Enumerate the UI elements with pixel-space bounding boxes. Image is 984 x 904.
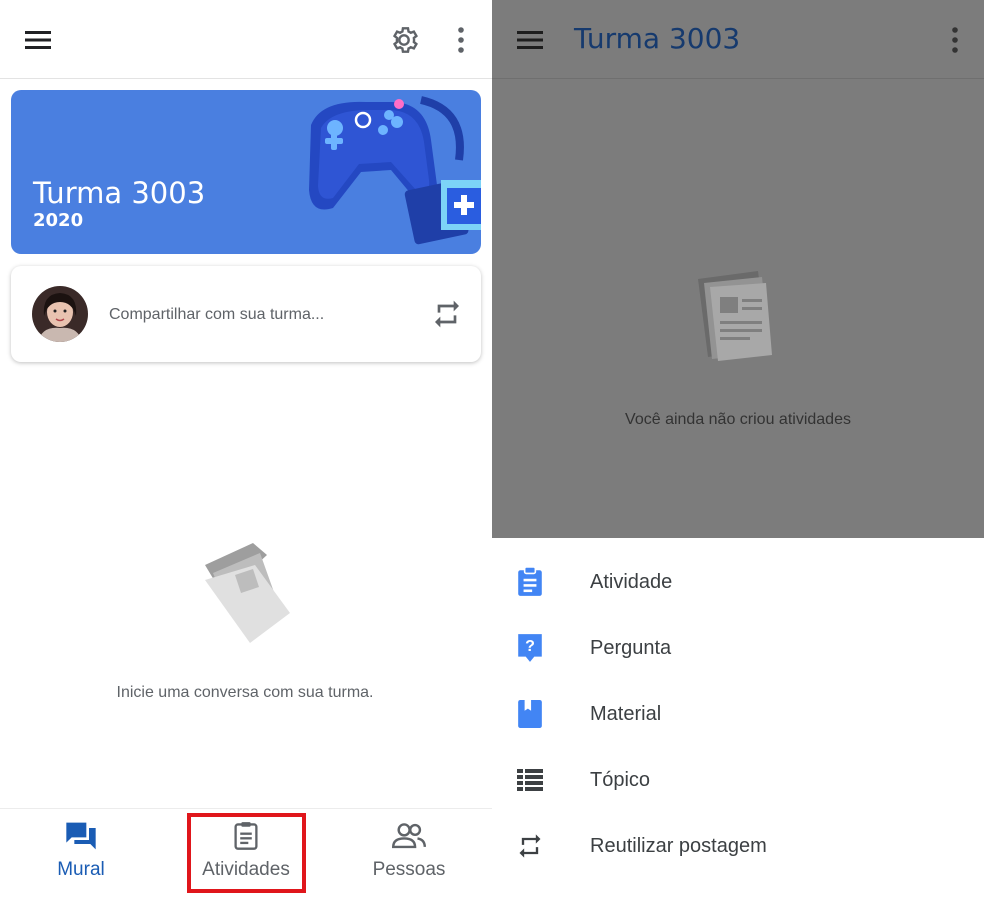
nav-label-mural: Mural (57, 859, 105, 880)
forum-icon (65, 819, 97, 853)
create-item-reutilizar-postagem[interactable]: Reutilizar postagem (492, 813, 984, 879)
create-item-label: Pergunta (590, 636, 672, 659)
create-item-atividade[interactable]: Atividade (492, 549, 984, 615)
assignment-icon (516, 567, 544, 597)
create-item-pergunta[interactable]: ? Pergunta (492, 615, 984, 681)
book-icon (516, 699, 544, 729)
people-icon (392, 819, 426, 853)
app-bar: Turma 3003 (492, 0, 984, 79)
stream-screen: Turma 3003 2020 Compartilhar com sua tur… (0, 0, 492, 904)
nav-tab-pessoas[interactable]: Pessoas (344, 819, 474, 897)
svg-text:?: ? (525, 637, 535, 655)
create-item-label: Material (590, 702, 662, 725)
empty-stream-message: Inicie uma conversa com sua turma. (116, 684, 374, 701)
classwork-screen: Turma 3003 Você ainda não criou atividad… (492, 0, 984, 904)
avatar (32, 286, 88, 342)
empty-stream-illustration (205, 543, 290, 643)
share-input[interactable]: Compartilhar com sua turma... (109, 306, 324, 324)
class-title: Turma 3003 (33, 176, 206, 210)
empty-classwork-message: Você ainda não criou atividades (625, 411, 851, 428)
menu-icon[interactable] (20, 24, 56, 56)
more-options-icon[interactable] (940, 20, 970, 60)
dimmed-background[interactable]: Turma 3003 Você ainda não criou atividad… (492, 0, 984, 538)
empty-classwork-illustration (698, 271, 772, 361)
nav-tab-mural[interactable]: Mural (16, 819, 146, 897)
question-icon: ? (516, 633, 544, 663)
repost-icon[interactable] (431, 298, 463, 330)
create-menu-sheet: Atividade ? Pergunta Material Tópico Reu… (492, 538, 984, 904)
class-year: 2020 (33, 210, 84, 231)
gamepad-illustration (309, 96, 481, 245)
repost-icon (516, 831, 544, 861)
class-banner[interactable]: Turma 3003 2020 (11, 90, 481, 254)
create-item-label: Reutilizar postagem (590, 834, 767, 857)
settings-gear-icon[interactable] (384, 20, 424, 60)
app-bar (0, 0, 492, 79)
nav-label-pessoas: Pessoas (372, 859, 446, 880)
create-item-material[interactable]: Material (492, 681, 984, 747)
create-item-topico[interactable]: Tópico (492, 747, 984, 813)
share-with-class-card[interactable]: Compartilhar com sua turma... (11, 266, 481, 362)
create-item-label: Atividade (590, 570, 673, 593)
page-title: Turma 3003 (574, 22, 741, 55)
topic-list-icon (516, 765, 544, 795)
highlight-box (187, 813, 306, 893)
menu-icon[interactable] (512, 24, 548, 56)
create-item-label: Tópico (590, 768, 651, 791)
more-options-icon[interactable] (446, 20, 476, 60)
